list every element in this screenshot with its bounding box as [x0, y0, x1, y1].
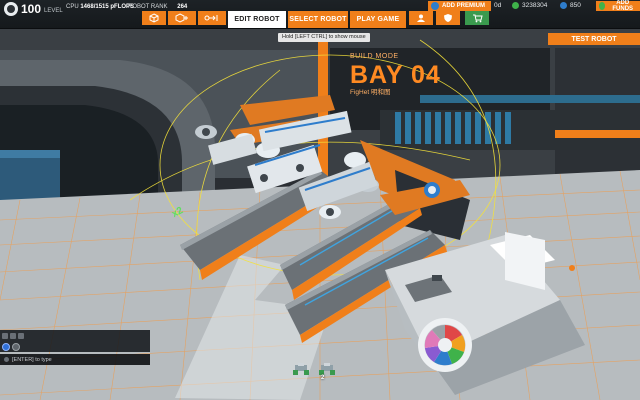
cube-add-tool-button[interactable] — [168, 11, 196, 25]
edit-robot-tab[interactable]: EDIT ROBOT — [228, 11, 286, 28]
top-hud-bar: 100 LEVEL CPU 1468/1515 pFLOPS ROBOT RAN… — [0, 0, 640, 29]
cube-add-icon — [175, 13, 188, 23]
account-icon — [417, 14, 425, 22]
robits-value: 3238304 — [522, 2, 548, 9]
robot-rank-stat: ROBOT RANK 264 — [128, 3, 187, 11]
robot-icon — [319, 363, 335, 375]
robits-balance: 3238304 — [512, 2, 547, 9]
clan-button[interactable] — [436, 11, 460, 25]
cpu-value: 1468/1515 pFLOPS — [80, 4, 135, 10]
robits-icon — [512, 2, 519, 9]
bay-title: BAY 04 — [350, 61, 441, 89]
select-robot-tab[interactable]: SELECT ROBOT — [288, 11, 348, 28]
chat-channel-row — [2, 343, 20, 351]
shop-button[interactable] — [465, 11, 489, 25]
keyboard-icon — [4, 357, 9, 362]
shield-icon — [444, 14, 452, 22]
cpu-label: CPU — [66, 4, 79, 10]
credits-icon — [560, 2, 567, 9]
add-funds-label: ADD FUNDS — [612, 0, 634, 12]
robot-slot-count: 2 — [321, 375, 325, 381]
funds-icon — [599, 2, 606, 10]
premium-icon — [431, 2, 439, 10]
robot-slot[interactable]: 2 — [318, 362, 336, 381]
cube-tool-button[interactable] — [142, 11, 166, 25]
chat-tab-icon[interactable] — [18, 333, 24, 339]
shop-icon — [472, 14, 483, 23]
player-level: 100 LEVEL — [4, 2, 63, 16]
build-mode-label: BUILD MODE — [350, 53, 399, 60]
player-level-icon — [4, 2, 18, 16]
channel-icon[interactable] — [2, 343, 10, 351]
play-game-tab[interactable]: PLAY GAME — [350, 11, 406, 28]
robot-icons-row: 2 — [292, 362, 336, 381]
premium-days: 0d — [494, 2, 501, 9]
chat-tabs — [2, 333, 24, 339]
robot-rank-label: ROBOT RANK — [128, 4, 168, 10]
credits-value: 850 — [570, 2, 581, 9]
level-value: 100 — [21, 2, 42, 16]
cube-icon — [149, 13, 159, 23]
chat-tab-icon[interactable] — [10, 333, 16, 339]
chat-tab-icon[interactable] — [2, 333, 8, 339]
chat-input[interactable]: [ENTER] to type — [0, 354, 150, 365]
control-hint-tooltip: Hold [LEFT CTRL] to show mouse — [278, 33, 370, 42]
robot-slot[interactable] — [292, 362, 310, 378]
cosmetic-credits-balance: 850 — [560, 2, 581, 9]
channel-icon[interactable] — [12, 343, 20, 351]
connector-tool-button[interactable] — [198, 11, 226, 25]
level-label: LEVEL — [44, 8, 63, 14]
connector-icon — [204, 15, 218, 21]
chat-input-hint: [ENTER] to type — [12, 356, 52, 363]
cpu-stat: CPU 1468/1515 pFLOPS — [66, 3, 134, 11]
premium-days-value: 0d — [494, 2, 502, 9]
test-robot-button[interactable]: TEST ROBOT — [548, 33, 640, 45]
bay-subtitle: FigHet 明和图 — [350, 89, 391, 96]
add-premium-button[interactable]: ADD PREMIUM — [428, 1, 491, 11]
account-button[interactable] — [409, 11, 433, 25]
robot-rank-value: 264 — [177, 4, 188, 10]
add-premium-label: ADD PREMIUM — [442, 3, 485, 9]
robot-icon — [293, 363, 309, 375]
add-funds-button[interactable]: ADD FUNDS — [596, 0, 640, 12]
